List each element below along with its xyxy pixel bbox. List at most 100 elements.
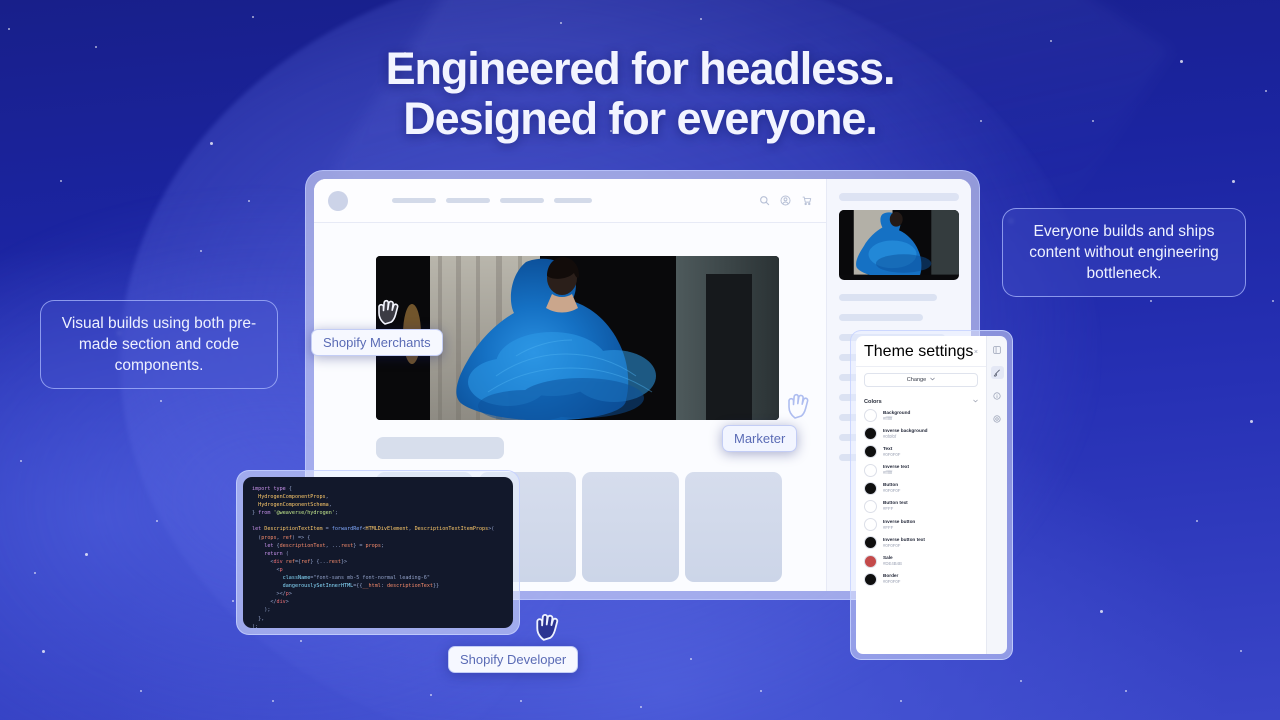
color-token-text: Text#0F0F0F [883,446,900,458]
color-token-hex: #FFF [883,525,915,531]
nav-placeholder[interactable] [392,198,436,203]
callout-visual-builds: Visual builds using both pre-made sectio… [40,300,278,389]
star-dot [1100,610,1103,613]
color-swatch[interactable] [864,427,877,440]
star-dot [248,200,250,202]
color-token-text: Sale#DE4B4B [883,555,902,567]
brush-icon[interactable] [991,366,1004,379]
color-token-name: Inverse button [883,519,915,525]
pointer-hand-cursor-icon [786,392,812,425]
color-swatch[interactable] [864,573,877,586]
close-icon[interactable]: × [974,349,978,356]
star-dot [1125,690,1127,692]
colors-section-label: Colors [864,399,882,405]
color-token-list: Background#ffffff Inverse background#0f0f… [856,409,986,586]
color-token-row[interactable]: Inverse text#ffffff [864,464,978,477]
theme-settings-header: Theme settings × [856,336,986,367]
section-title-placeholder [376,437,504,459]
color-token-text: Inverse background#0f0f0f [883,428,928,440]
star-dot [640,706,642,708]
color-token-hex: #0f0f0f [883,434,928,440]
star-dot [300,640,302,642]
headline-line-1: Engineered for headless. [0,44,1280,94]
color-token-hex: #DE4B4B [883,561,902,567]
settings-icon[interactable] [991,412,1004,425]
color-token-hex: #0F0F0F [883,488,900,494]
star-dot [272,700,274,702]
color-token-name: Inverse background [883,428,928,434]
color-swatch[interactable] [864,555,877,568]
star-dot [85,553,88,556]
star-dot [200,250,202,252]
product-card-placeholder[interactable] [582,472,679,582]
cart-icon[interactable] [801,195,812,206]
color-swatch[interactable] [864,445,877,458]
change-theme-label: Change [907,377,927,383]
color-token-row[interactable]: Inverse button text#0F0F0F [864,536,978,549]
color-token-row[interactable]: Border#0F0F0F [864,573,978,586]
star-dot [900,700,902,702]
color-swatch[interactable] [864,464,877,477]
star-dot [1196,520,1198,522]
nav-placeholder[interactable] [554,198,592,203]
color-token-row[interactable]: Inverse background#0f0f0f [864,427,978,440]
star-dot [232,600,234,602]
star-dot [690,658,692,660]
star-dot [1232,180,1235,183]
layout-icon[interactable] [991,343,1004,356]
search-icon[interactable] [759,195,770,206]
info-icon[interactable] [991,389,1004,402]
theme-settings-body: Theme settings × Change Colors Backgroun… [856,336,986,654]
storefront-header [314,179,826,223]
color-token-row[interactable]: Sale#DE4B4B [864,555,978,568]
color-token-hex: #0F0F0F [883,579,900,585]
product-card-placeholder[interactable] [685,472,782,582]
star-dot [1150,300,1152,302]
color-token-row[interactable]: Inverse button#FFF [864,518,978,531]
headline-line-2: Designed for everyone. [0,94,1280,144]
theme-settings-title: Theme settings [864,343,973,361]
colors-section-header[interactable]: Colors [864,399,978,405]
color-token-hex: #ffffff [883,416,910,422]
color-swatch[interactable] [864,500,877,513]
nav-placeholder[interactable] [446,198,490,203]
star-dot [760,690,762,692]
color-token-text: Inverse button#FFF [883,519,915,531]
nav-placeholder[interactable] [500,198,544,203]
change-theme-button[interactable]: Change [864,373,978,387]
star-dot [520,700,522,702]
color-token-hex: #ffffff [883,470,909,476]
code-editor-content[interactable]: import type { HydrogenComponentProps, Hy… [243,477,513,628]
chevron-down-icon [930,377,935,383]
color-token-text: Background#ffffff [883,410,910,422]
sidebar-thumbnail-art [839,210,959,275]
star-dot [156,520,158,522]
chevron-down-icon [973,399,978,405]
color-token-row[interactable]: Button text#FFF [864,500,978,513]
persona-pill-shopify-developer[interactable]: Shopify Developer [448,646,578,673]
sidebar-row-placeholder[interactable] [839,314,923,321]
color-token-row[interactable]: Text#0F0F0F [864,445,978,458]
color-token-hex: #0F0F0F [883,543,925,549]
star-dot [1020,680,1022,682]
storefront-nav [392,198,592,203]
sidebar-thumbnail [839,210,959,280]
theme-settings-rail [986,336,1007,654]
color-swatch[interactable] [864,409,877,422]
account-icon[interactable] [780,195,791,206]
color-token-row[interactable]: Button#0F0F0F [864,482,978,495]
color-token-hex: #FFF [883,506,908,512]
color-swatch[interactable] [864,482,877,495]
color-token-text: Border#0F0F0F [883,573,900,585]
persona-pill-marketer[interactable]: Marketer [722,425,797,452]
pointer-hand-cursor-icon [534,612,562,647]
color-token-row[interactable]: Background#ffffff [864,409,978,422]
color-swatch[interactable] [864,536,877,549]
persona-pill-shopify-merchants[interactable]: Shopify Merchants [311,329,443,356]
sidebar-row-placeholder[interactable] [839,294,937,301]
color-swatch[interactable] [864,518,877,531]
code-editor-window: import type { HydrogenComponentProps, Hy… [236,470,520,635]
page-title: Engineered for headless. Designed for ev… [0,44,1280,144]
star-dot [42,650,45,653]
star-dot [8,28,10,30]
